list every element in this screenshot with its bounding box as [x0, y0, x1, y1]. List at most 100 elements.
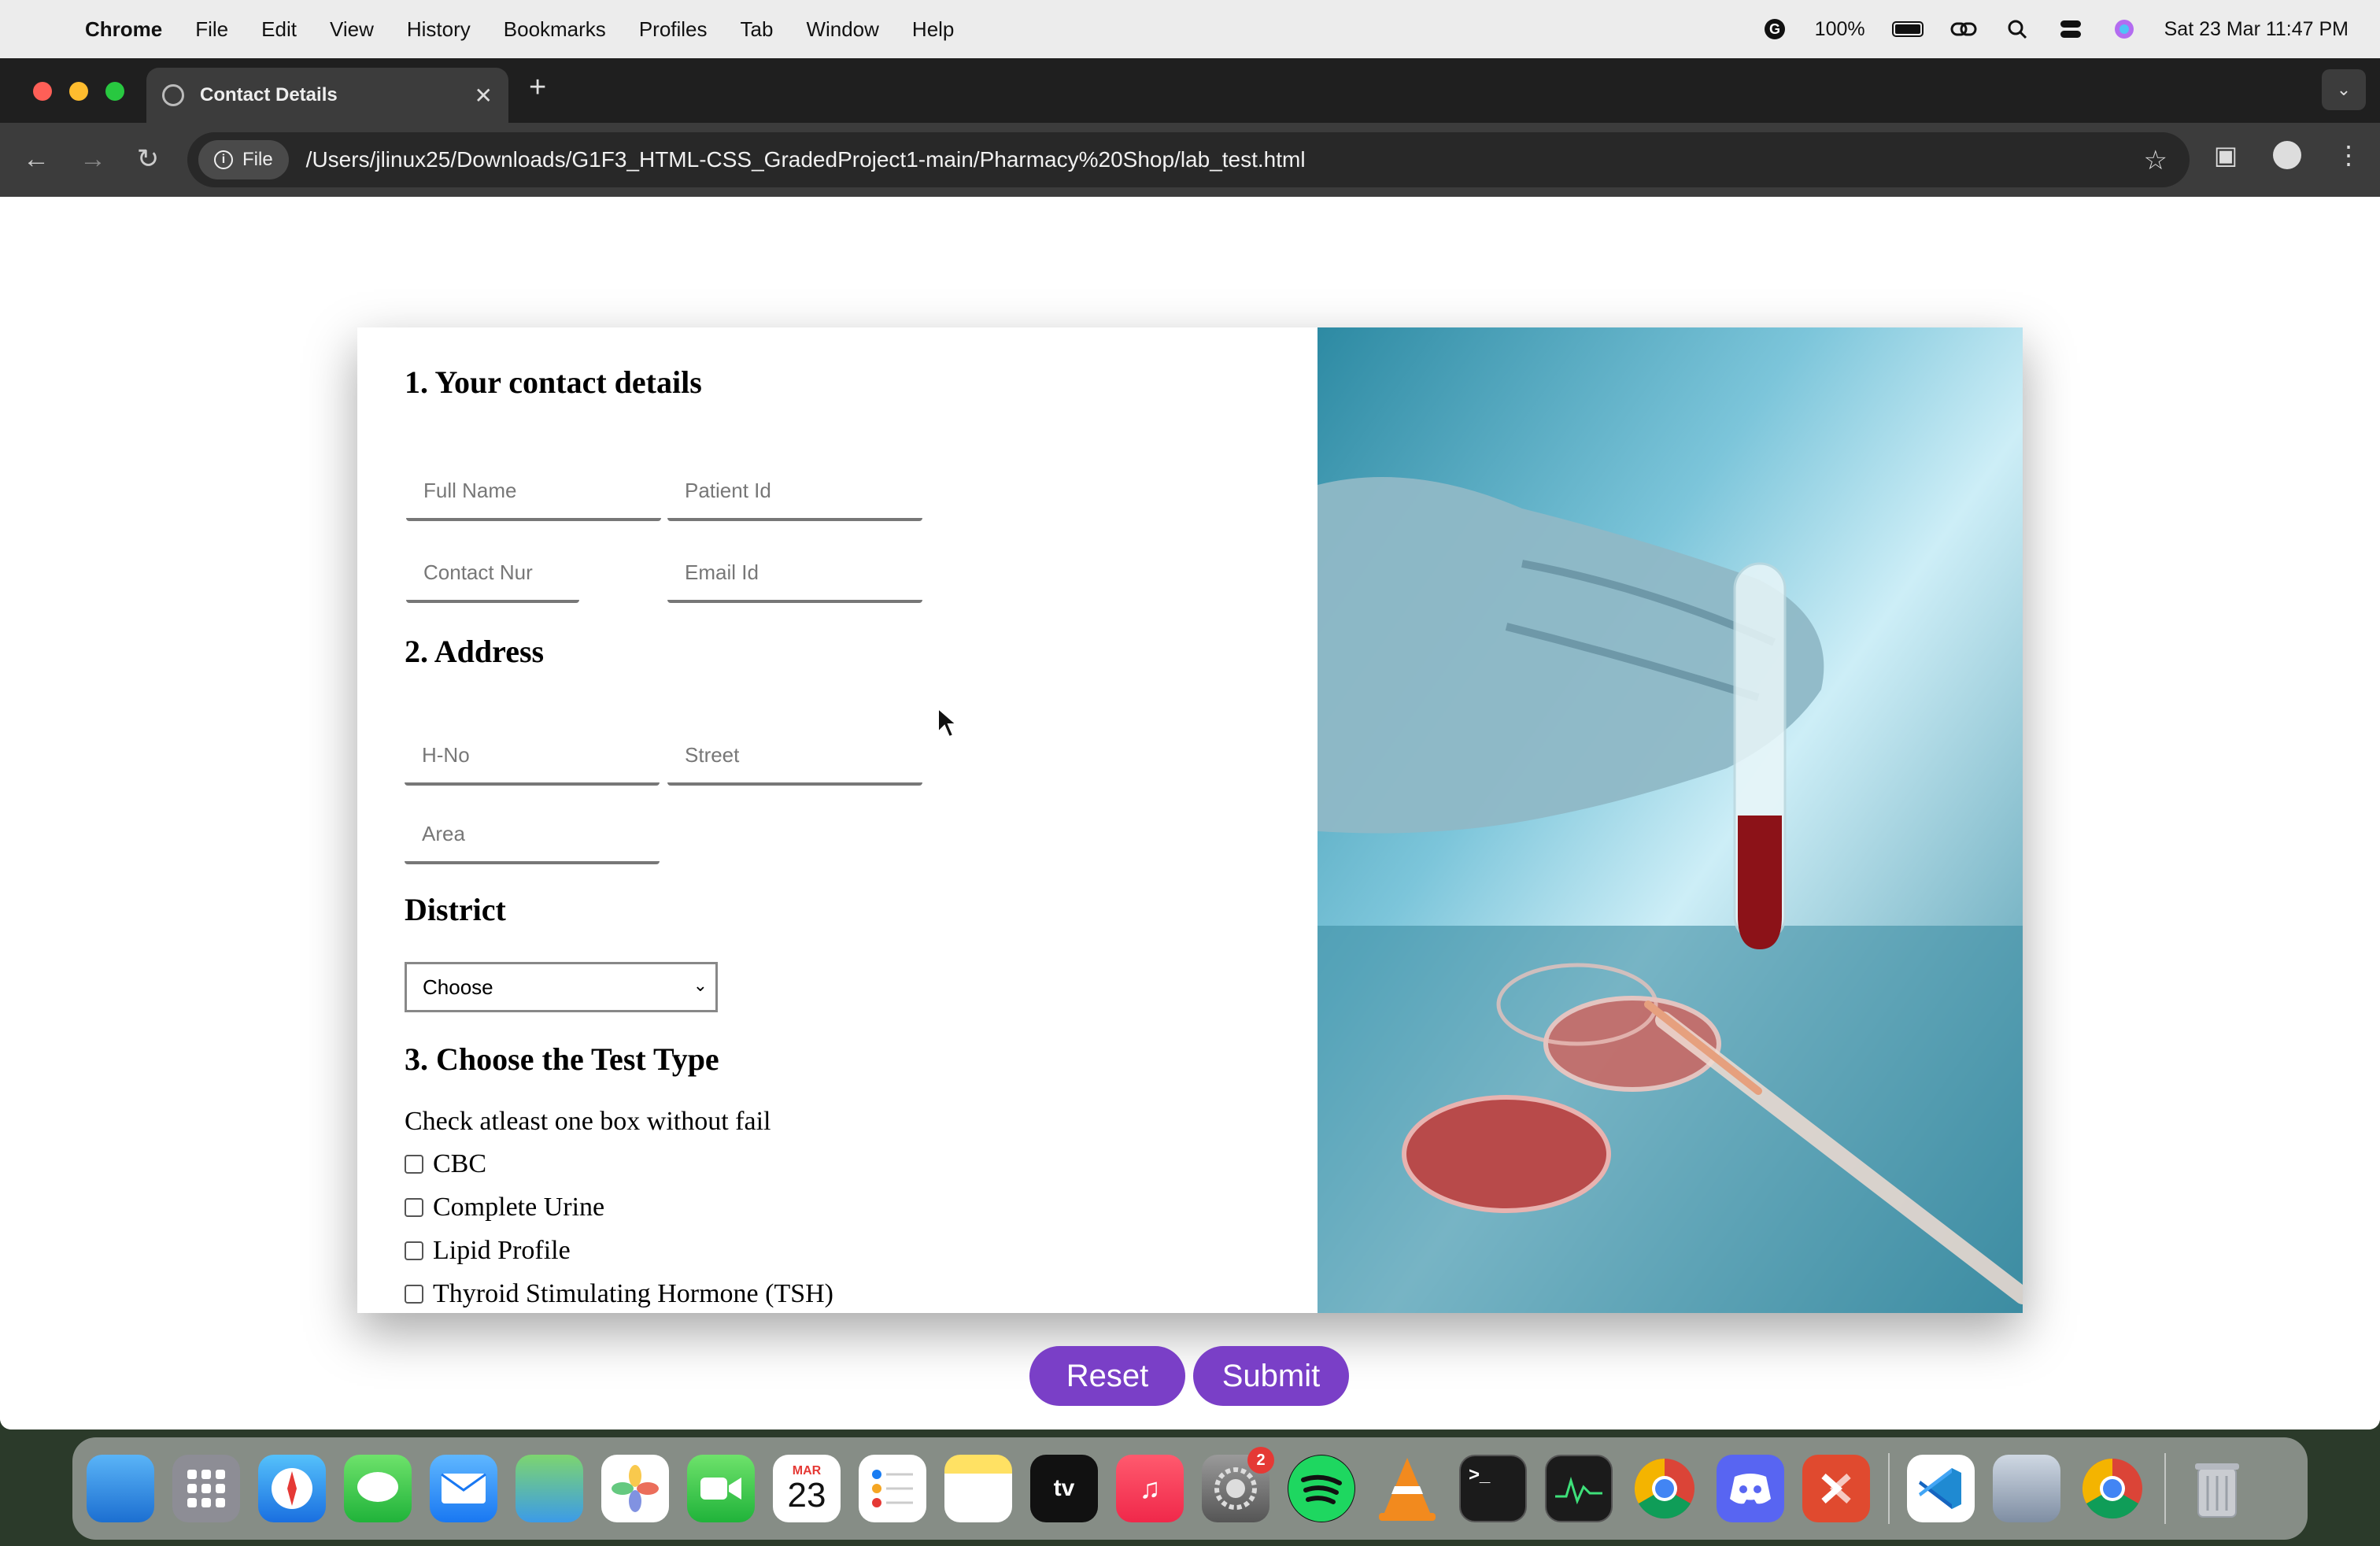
discord-icon[interactable]	[1717, 1455, 1784, 1522]
finder-icon[interactable]	[87, 1455, 154, 1522]
vscode-icon[interactable]	[1907, 1455, 1975, 1522]
mouse-cursor-icon	[937, 707, 957, 738]
bookmark-star-icon[interactable]: ☆	[2144, 145, 2168, 176]
new-tab-button[interactable]: +	[529, 71, 546, 105]
dock-separator	[1888, 1453, 1890, 1524]
apple-tv-icon[interactable]: tv	[1030, 1455, 1098, 1522]
full-name-input[interactable]: Full Name	[406, 463, 661, 521]
window-controls	[33, 82, 124, 101]
battery-percent: 100%	[1814, 17, 1865, 40]
address-heading: 2. Address	[405, 634, 545, 669]
test-type-hint: Check atleast one box without fail	[405, 1107, 771, 1136]
checkbox-label: CBC	[433, 1149, 487, 1178]
battery-icon[interactable]	[1891, 21, 1924, 37]
checkbox-label: Lipid Profile	[433, 1236, 571, 1265]
terminal-icon[interactable]: >_	[1459, 1455, 1527, 1522]
address-bar[interactable]: i File /Users/jlinux25/Downloads/G1F3_HT…	[187, 132, 2190, 187]
url-text[interactable]: /Users/jlinux25/Downloads/G1F3_HTML-CSS_…	[306, 147, 1306, 172]
back-arrow-icon[interactable]: ←	[19, 142, 54, 176]
profile-avatar-icon[interactable]	[2273, 141, 2301, 169]
system-settings-icon[interactable]: 2	[1202, 1447, 1274, 1522]
checkbox-tsh[interactable]: Thyroid Stimulating Hormone (TSH)	[405, 1279, 833, 1309]
page-content: 1. Your contact details Full Name Patien…	[0, 197, 2380, 1429]
side-panel-icon[interactable]: ▣	[2210, 140, 2241, 170]
menu-bar-clock[interactable]: Sat 23 Mar 11:47 PM	[2164, 18, 2349, 41]
siri-icon[interactable]	[2111, 16, 2138, 43]
menu-profiles[interactable]: Profiles	[639, 17, 708, 42]
globe-icon	[162, 84, 184, 106]
chrome-profile-icon[interactable]	[2079, 1455, 2146, 1522]
zoom-window-button[interactable]	[105, 82, 124, 101]
calendar-icon[interactable]: MAR 23	[773, 1455, 841, 1522]
more-menu-icon[interactable]: ⋮	[2333, 140, 2364, 170]
tab-contact-details[interactable]: Contact Details ✕	[146, 68, 508, 123]
lab-test-tube-image	[1318, 327, 2023, 1313]
tab-title: Contact Details	[200, 84, 338, 105]
checkbox-lipid-profile[interactable]: Lipid Profile	[405, 1236, 571, 1266]
photos-icon[interactable]	[601, 1455, 669, 1522]
test-type-heading: 3. Choose the Test Type	[405, 1041, 719, 1077]
mail-icon[interactable]	[430, 1455, 497, 1522]
safari-icon[interactable]	[258, 1455, 326, 1522]
reload-icon[interactable]: ↻	[131, 142, 165, 176]
email-id-input[interactable]: Email Id	[667, 545, 922, 603]
menu-help[interactable]: Help	[912, 17, 954, 42]
contact-details-heading: 1. Your contact details	[405, 364, 702, 400]
lab-test-form: 1. Your contact details Full Name Patien…	[357, 327, 1318, 1313]
activity-monitor-icon[interactable]	[1545, 1455, 1613, 1522]
menu-view[interactable]: View	[330, 17, 374, 42]
forward-arrow-icon[interactable]: →	[76, 142, 110, 176]
menu-tab[interactable]: Tab	[741, 17, 774, 42]
minimize-window-button[interactable]	[69, 82, 88, 101]
reminders-icon[interactable]	[859, 1455, 926, 1522]
patient-id-input[interactable]: Patient Id	[667, 463, 922, 521]
house-number-input[interactable]: H-No	[405, 727, 660, 786]
music-icon[interactable]: ♫	[1116, 1455, 1184, 1522]
menu-edit[interactable]: Edit	[261, 17, 297, 42]
trash-icon[interactable]	[2183, 1455, 2251, 1522]
checkbox-label: Thyroid Stimulating Hormone (TSH)	[433, 1279, 834, 1308]
preview-icon[interactable]	[1993, 1455, 2060, 1522]
vlc-icon[interactable]	[1373, 1455, 1441, 1522]
menu-app-name[interactable]: Chrome	[85, 17, 162, 42]
checkbox-complete-urine[interactable]: Complete Urine	[405, 1193, 604, 1222]
tab-search-chevron-icon[interactable]: ⌄	[2322, 69, 2366, 110]
menu-bookmarks[interactable]: Bookmarks	[504, 17, 606, 42]
menu-history[interactable]: History	[407, 17, 471, 42]
reset-button[interactable]: Reset	[1029, 1346, 1185, 1406]
close-tab-icon[interactable]: ✕	[475, 83, 493, 109]
site-info-label: File	[242, 149, 273, 170]
checkbox-label: Complete Urine	[433, 1193, 605, 1222]
link-icon[interactable]	[1950, 16, 1977, 43]
submit-button[interactable]: Submit	[1193, 1346, 1349, 1406]
spotify-icon[interactable]	[1288, 1455, 1355, 1522]
checkbox-box[interactable]	[405, 1155, 423, 1174]
notification-badge: 2	[1247, 1447, 1274, 1474]
street-input[interactable]: Street	[667, 727, 922, 786]
checkbox-box[interactable]	[405, 1198, 423, 1217]
launchpad-icon[interactable]	[172, 1455, 240, 1522]
checkbox-box[interactable]	[405, 1241, 423, 1260]
facetime-icon[interactable]	[687, 1455, 755, 1522]
remote-desktop-icon[interactable]	[1802, 1455, 1870, 1522]
form-actions: Reset Submit	[1029, 1346, 1349, 1406]
spotlight-search-icon[interactable]	[2004, 16, 2031, 43]
district-heading: District	[405, 892, 506, 927]
maps-icon[interactable]	[516, 1455, 583, 1522]
checkbox-cbc[interactable]: CBC	[405, 1149, 486, 1179]
close-window-button[interactable]	[33, 82, 52, 101]
control-center-icon[interactable]	[2057, 16, 2084, 43]
checkbox-box[interactable]	[405, 1285, 423, 1304]
district-select[interactable]: Choose ⌄	[405, 962, 718, 1012]
menu-window[interactable]: Window	[806, 17, 878, 42]
chrome-icon[interactable]	[1631, 1455, 1698, 1522]
site-info-chip[interactable]: i File	[198, 140, 289, 179]
menu-file[interactable]: File	[195, 17, 228, 42]
info-icon: i	[214, 150, 233, 169]
grammarly-icon[interactable]: G	[1761, 16, 1788, 43]
notes-icon[interactable]	[944, 1455, 1012, 1522]
messages-icon[interactable]	[344, 1455, 412, 1522]
area-input[interactable]: Area	[405, 806, 660, 864]
lab-test-card: 1. Your contact details Full Name Patien…	[357, 327, 2023, 1313]
contact-number-input[interactable]: Contact Nur	[406, 545, 579, 603]
